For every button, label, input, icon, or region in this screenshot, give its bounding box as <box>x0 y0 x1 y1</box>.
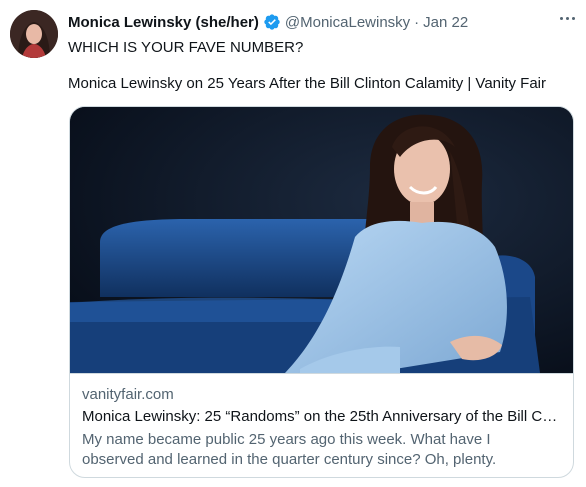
card-title: Monica Lewinsky: 25 “Randoms” on the 25t… <box>82 408 560 425</box>
author-name[interactable]: Monica Lewinsky (she/her) <box>68 14 259 31</box>
tweet-header: Monica Lewinsky (she/her) @MonicaLewinsk… <box>68 12 568 32</box>
avatar[interactable] <box>10 10 58 58</box>
tweet-text-line-2: Monica Lewinsky on 25 Years After the Bi… <box>68 75 547 92</box>
link-preview-card[interactable]: vanityfair.com Monica Lewinsky: 25 “Rand… <box>69 106 574 478</box>
card-image[interactable] <box>70 107 573 373</box>
card-body[interactable]: vanityfair.com Monica Lewinsky: 25 “Rand… <box>70 373 573 477</box>
tweet-text-line-1: WHICH IS YOUR FAVE NUMBER? <box>68 39 304 56</box>
avatar-image <box>10 10 58 58</box>
card-description: My name became public 25 years ago this … <box>82 431 497 468</box>
tweet[interactable]: Monica Lewinsky (she/her) @MonicaLewinsk… <box>0 0 586 487</box>
verified-badge-icon[interactable] <box>263 13 281 31</box>
card-domain: vanityfair.com <box>82 386 174 403</box>
tweet-date[interactable]: Jan 22 <box>423 14 468 31</box>
more-dots-icon[interactable] <box>552 6 582 30</box>
separator-dot: · <box>414 13 420 31</box>
author-handle[interactable]: @MonicaLewinsky <box>285 14 410 31</box>
